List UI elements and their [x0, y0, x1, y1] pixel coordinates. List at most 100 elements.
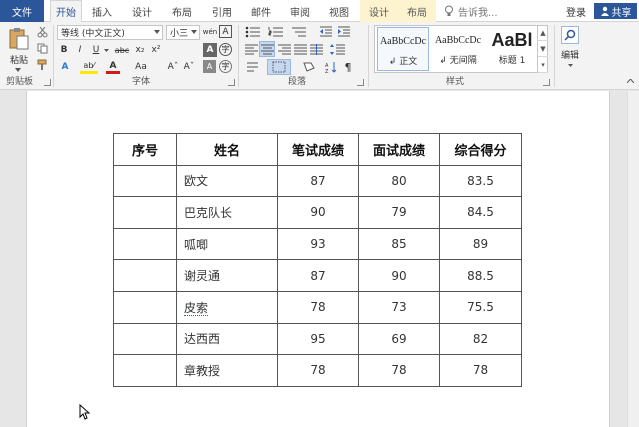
share-button[interactable]: 共享 [594, 3, 637, 19]
more-styles-icon[interactable]: ▾ [538, 57, 548, 73]
score-table[interactable]: 序号 姓名 笔试成绩 面试成绩 综合得分 欧文 87 80 83.5 巴克队长 … [113, 133, 522, 387]
numbering-icon[interactable] [266, 25, 286, 39]
table-cell[interactable]: 75.5 [439, 290, 522, 324]
editing-dropdown-icon[interactable] [566, 62, 574, 68]
table-cell[interactable]: 谢灵通 [176, 259, 278, 292]
header-cell[interactable]: 综合得分 [439, 133, 522, 166]
table-cell[interactable]: 83.5 [439, 164, 522, 198]
tab-home[interactable]: 开始 [50, 0, 82, 23]
table-cell[interactable]: 80 [358, 164, 440, 198]
subscript-button[interactable]: x₂ [133, 43, 147, 57]
paragraph-launcher-icon[interactable] [357, 79, 364, 86]
table-cell[interactable]: 皮索 [176, 290, 278, 324]
style-no-spacing[interactable]: AaBbCcDc ↲ 无间隔 [432, 27, 484, 71]
table-cell[interactable]: 78 [277, 290, 359, 324]
enclose-small-icon[interactable]: 字 [219, 60, 232, 73]
tab-layout[interactable]: 布局 [166, 0, 198, 22]
chinese-layout-icon[interactable] [244, 60, 260, 74]
style-heading-1[interactable]: AaBl 标题 1 [487, 27, 537, 71]
cut-icon[interactable] [36, 26, 48, 38]
bullets-icon[interactable] [243, 25, 263, 39]
table-cell[interactable]: 巴克队长 [176, 196, 278, 229]
underline-button[interactable]: U [90, 43, 102, 57]
increase-indent-icon[interactable] [336, 25, 352, 39]
paste-dropdown-icon[interactable] [14, 66, 22, 74]
table-cell[interactable]: 达西西 [176, 322, 278, 356]
styles-scroll[interactable]: ▲ ▼ ▾ [537, 25, 548, 73]
font-color-icon[interactable]: A [106, 60, 120, 74]
table-cell[interactable]: 78 [277, 354, 359, 387]
tab-design[interactable]: 设计 [126, 0, 158, 22]
table-cell[interactable]: 89 [439, 227, 522, 261]
align-center-icon[interactable] [259, 41, 275, 57]
style-normal[interactable]: AaBbCcDc ↲ 正文 [377, 27, 429, 71]
table-cell[interactable] [113, 259, 177, 292]
vertical-scrollbar[interactable] [627, 91, 639, 427]
collapse-ribbon-icon[interactable] [624, 76, 636, 86]
align-left-icon[interactable] [243, 42, 259, 56]
table-cell[interactable]: 79 [358, 196, 440, 229]
enclose-characters-icon[interactable]: 字 [219, 43, 232, 56]
table-cell[interactable]: 93 [277, 227, 359, 261]
header-cell[interactable]: 序号 [113, 133, 177, 166]
italic-button[interactable]: I [74, 43, 86, 57]
tab-view[interactable]: 视图 [323, 0, 355, 22]
header-cell[interactable]: 笔试成绩 [277, 133, 359, 166]
tab-mailings[interactable]: 邮件 [245, 0, 277, 22]
tab-references[interactable]: 引用 [206, 0, 238, 22]
table-cell[interactable]: 欧文 [176, 164, 278, 198]
table-cell[interactable]: 73 [358, 290, 440, 324]
table-cell[interactable]: 章教授 [176, 354, 278, 387]
tab-file[interactable]: 文件 [0, 0, 44, 22]
multilevel-list-icon[interactable] [289, 25, 309, 39]
decrease-indent-icon[interactable] [318, 25, 334, 39]
sort-icon[interactable]: AZ [324, 60, 338, 74]
clear-formatting-icon[interactable]: A [203, 43, 217, 57]
table-cell[interactable]: 82 [439, 322, 522, 356]
tab-review[interactable]: 审阅 [284, 0, 316, 22]
font-family-combo[interactable]: 等线 (中文正文) [57, 25, 163, 40]
table-cell[interactable] [113, 164, 177, 198]
styles-launcher-icon[interactable] [543, 79, 550, 86]
table-cell[interactable]: 90 [358, 259, 440, 292]
chevron-up-icon[interactable]: ▲ [538, 25, 548, 41]
table-cell[interactable] [113, 322, 177, 356]
table-cell[interactable]: 87 [277, 259, 359, 292]
align-right-icon[interactable] [276, 42, 292, 56]
tab-table-layout[interactable]: 布局 [398, 0, 436, 22]
paragraph-mark-icon[interactable]: ¶ [342, 60, 354, 74]
editing-button[interactable]: 编辑 [557, 48, 583, 61]
phonetic-guide-icon[interactable]: wén [203, 25, 217, 39]
distributed-icon[interactable] [308, 42, 324, 56]
tab-table-design[interactable]: 设计 [360, 0, 398, 22]
table-cell[interactable]: 85 [358, 227, 440, 261]
character-border-icon[interactable]: A [219, 25, 232, 38]
text-effects-icon[interactable]: A [58, 60, 72, 74]
highlight-icon[interactable]: ab⁄ [80, 60, 98, 74]
table-cell[interactable]: 69 [358, 322, 440, 356]
tab-insert[interactable]: 插入 [86, 0, 118, 22]
chevron-down-icon[interactable]: ▼ [538, 41, 548, 57]
grow-font-icon[interactable]: Aˆ [166, 60, 180, 74]
line-spacing-icon[interactable] [328, 42, 346, 56]
bold-button[interactable]: B [58, 43, 70, 57]
table-cell[interactable]: 78 [439, 354, 522, 387]
table-cell[interactable]: 84.5 [439, 196, 522, 229]
find-icon[interactable] [561, 26, 579, 44]
superscript-button[interactable]: x² [149, 43, 163, 57]
paste-button[interactable]: 粘贴 [6, 53, 32, 66]
table-cell[interactable]: 78 [358, 354, 440, 387]
table-cell[interactable]: 呱唧 [176, 227, 278, 261]
table-cell[interactable]: 88.5 [439, 259, 522, 292]
shading-icon[interactable] [300, 60, 320, 74]
table-cell[interactable]: 90 [277, 196, 359, 229]
shrink-font-icon[interactable]: Aˇ [182, 60, 196, 74]
header-cell[interactable]: 姓名 [176, 133, 278, 166]
font-size-combo[interactable]: 小三 [166, 25, 200, 40]
justify-icon[interactable] [292, 42, 308, 56]
table-cell[interactable] [113, 196, 177, 229]
table-cell[interactable]: 95 [277, 322, 359, 356]
table-cell[interactable] [113, 354, 177, 387]
change-case-icon[interactable]: Aa [132, 60, 150, 74]
paste-icon[interactable] [6, 26, 32, 52]
